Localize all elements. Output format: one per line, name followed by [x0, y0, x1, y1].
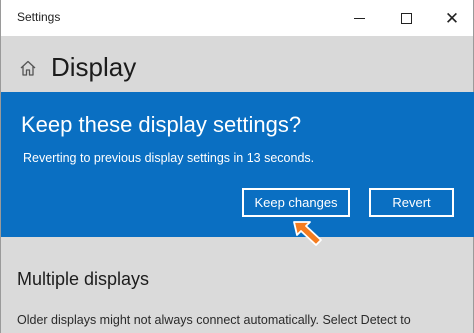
close-icon: ✕: [444, 8, 460, 28]
section-heading: Multiple displays: [17, 269, 150, 289]
settings-window: Settings ✕ Display Keep these display se…: [0, 0, 474, 333]
dialog-title: Keep these display settings?: [21, 112, 302, 137]
home-icon[interactable]: [19, 59, 37, 77]
title-bar: Settings ✕: [1, 0, 473, 36]
close-button[interactable]: ✕: [429, 0, 474, 36]
maximize-icon: [400, 12, 412, 24]
page-title: Display: [51, 52, 137, 82]
keep-settings-dialog: Keep these display settings? Reverting t…: [1, 92, 474, 237]
page-header: Display: [1, 36, 473, 92]
section-description: Older displays might not always connect …: [17, 313, 411, 327]
minimize-button[interactable]: [336, 0, 382, 36]
arrow-pointer-icon: [293, 221, 322, 246]
keep-changes-button[interactable]: Keep changes: [242, 188, 350, 217]
maximize-button[interactable]: [383, 0, 429, 36]
minimize-icon: [353, 17, 365, 19]
settings-content: Multiple displays Older displays might n…: [1, 237, 473, 333]
revert-button[interactable]: Revert: [369, 188, 454, 217]
dialog-message: Reverting to previous display settings i…: [23, 151, 315, 165]
window-title: Settings: [17, 10, 61, 24]
